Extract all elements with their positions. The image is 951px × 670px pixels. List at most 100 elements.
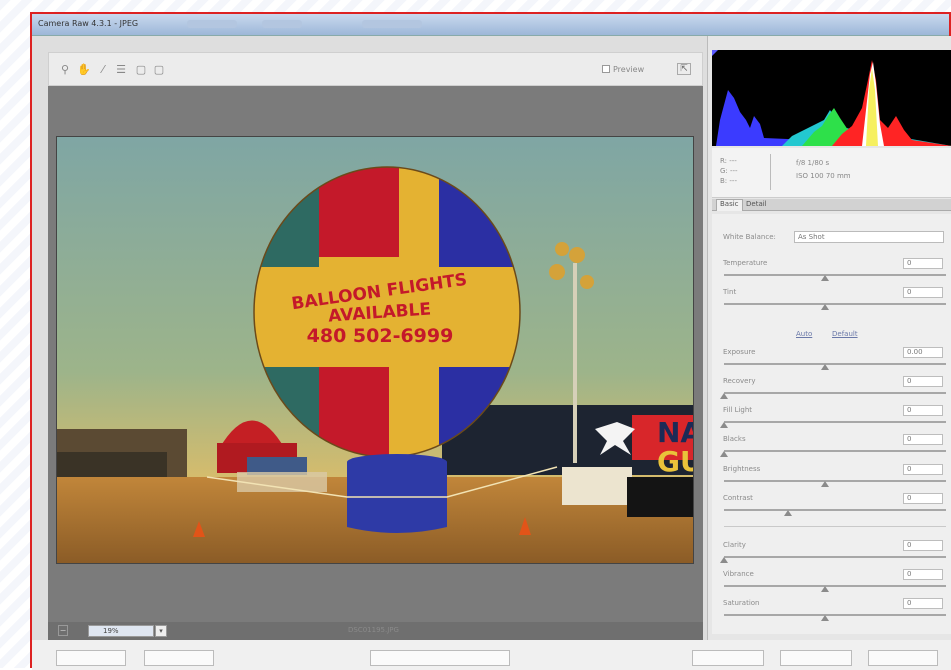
saturation-slider[interactable] (724, 614, 946, 616)
green-readout: G: --- (720, 167, 738, 175)
open-image-button[interactable] (692, 650, 764, 666)
title-bar-decoration (362, 20, 422, 28)
clarity-thumb[interactable] (720, 557, 728, 563)
white-balance-label: White Balance: (723, 233, 776, 241)
fill-light-thumb[interactable] (720, 422, 728, 428)
contrast-slider[interactable] (724, 509, 946, 511)
readout-divider (770, 154, 771, 190)
blacks-input[interactable]: 0 (903, 434, 943, 445)
adjustment-panel: R: --- G: --- B: --- f/8 1/80 s ISO 100 … (707, 36, 951, 640)
contrast-label: Contrast (723, 494, 753, 502)
saturation-thumb[interactable] (821, 615, 829, 621)
save-image-button[interactable] (56, 650, 126, 666)
contrast-input[interactable]: 0 (903, 493, 943, 504)
page-background: Camera Raw 4.3.1 - JPEG ⚲ ✋ ⁄ ☰ ▢ ▢ Prev… (0, 0, 951, 670)
auto-link[interactable]: Auto (796, 330, 812, 338)
temperature-input[interactable]: 0 (903, 258, 943, 269)
exposure-label: Exposure (723, 348, 756, 356)
rgb-readout: R: --- G: --- B: --- (720, 156, 738, 186)
zoom-level-field[interactable]: 19% (88, 625, 154, 637)
tint-slider[interactable] (724, 303, 946, 305)
basic-controls: White Balance: As Shot Temperature 0 Tin… (712, 214, 951, 634)
file-name: DSC01195.JPG (348, 626, 399, 634)
tab-detail[interactable]: Detail (746, 200, 767, 208)
section-divider (724, 526, 946, 527)
white-balance-icon[interactable]: ⁄ (97, 64, 109, 76)
fill-light-slider[interactable] (724, 421, 946, 423)
tint-thumb[interactable] (821, 304, 829, 310)
balloon-photo: NA GU (57, 137, 694, 563)
exposure-thumb[interactable] (821, 364, 829, 370)
fullscreen-button[interactable]: ⇱ (677, 63, 691, 75)
hand-icon[interactable]: ✋ (77, 64, 91, 76)
default-link[interactable]: Default (832, 330, 858, 338)
title-bar-decoration (187, 20, 237, 28)
zoom-dropdown-button[interactable]: ▾ (155, 625, 167, 637)
title-bar-decoration (262, 20, 302, 28)
histogram (712, 50, 951, 146)
temperature-thumb[interactable] (821, 275, 829, 281)
white-balance-select[interactable]: As Shot (794, 231, 944, 243)
image-canvas[interactable]: NA GU (48, 86, 703, 622)
balloon-sign-line3: 480 502-6999 (307, 325, 454, 347)
workflow-options-link[interactable] (370, 650, 510, 666)
done-button[interactable] (868, 650, 938, 666)
panel-tabs: Basic Detail (712, 199, 951, 211)
checkbox-box[interactable] (602, 65, 610, 73)
zoom-icon[interactable]: ⚲ (59, 64, 71, 76)
banner-text-2: GU (657, 445, 694, 478)
exif-info: f/8 1/80 s ISO 100 70 mm (796, 157, 851, 183)
preview-label: Preview (613, 65, 645, 74)
aperture-shutter: f/8 1/80 s (796, 159, 830, 167)
preview-checkbox[interactable]: Preview (602, 65, 644, 74)
iso-focal-length: ISO 100 70 mm (796, 172, 851, 180)
tab-basic[interactable]: Basic (716, 199, 743, 211)
recovery-input[interactable]: 0 (903, 376, 943, 387)
blacks-label: Blacks (723, 435, 746, 443)
recovery-slider[interactable] (724, 392, 946, 394)
saturation-input[interactable]: 0 (903, 598, 943, 609)
contrast-thumb[interactable] (784, 510, 792, 516)
blacks-slider[interactable] (724, 450, 946, 452)
exposure-slider[interactable] (724, 363, 946, 365)
rotate-left-icon[interactable]: ▢ (135, 64, 147, 76)
workflow-options-button[interactable] (144, 650, 214, 666)
tint-label: Tint (723, 288, 737, 296)
vibrance-input[interactable]: 0 (903, 569, 943, 580)
histogram-graph (712, 50, 951, 146)
temperature-slider[interactable] (724, 274, 946, 276)
status-bar: − 19% ▾ DSC01195.JPG (48, 622, 703, 640)
vibrance-label: Vibrance (723, 570, 754, 578)
clarity-input[interactable]: 0 (903, 540, 943, 551)
red-readout: R: --- (720, 157, 737, 165)
clarity-slider[interactable] (724, 556, 946, 558)
recovery-thumb[interactable] (720, 393, 728, 399)
color-sampler-icon[interactable]: ☰ (115, 64, 127, 76)
recovery-label: Recovery (723, 377, 756, 385)
cancel-button[interactable] (780, 650, 852, 666)
brightness-slider[interactable] (724, 480, 946, 482)
title-bar[interactable]: Camera Raw 4.3.1 - JPEG (32, 14, 949, 36)
photo-preview: NA GU (56, 136, 694, 564)
rotate-right-icon[interactable]: ▢ (153, 64, 165, 76)
brightness-input[interactable]: 0 (903, 464, 943, 475)
saturation-label: Saturation (723, 599, 760, 607)
clarity-label: Clarity (723, 541, 746, 549)
fill-light-input[interactable]: 0 (903, 405, 943, 416)
tool-bar: ⚲ ✋ ⁄ ☰ ▢ ▢ Preview ⇱ (48, 52, 703, 86)
vibrance-slider[interactable] (724, 585, 946, 587)
blue-readout: B: --- (720, 177, 737, 185)
fill-light-label: Fill Light (723, 406, 753, 414)
temperature-label: Temperature (723, 259, 768, 267)
exposure-input[interactable]: 0.00 (903, 347, 943, 358)
blacks-thumb[interactable] (720, 451, 728, 457)
readout-panel: R: --- G: --- B: --- f/8 1/80 s ISO 100 … (712, 148, 951, 198)
brightness-thumb[interactable] (821, 481, 829, 487)
vibrance-thumb[interactable] (821, 586, 829, 592)
zoom-out-button[interactable]: − (58, 625, 68, 636)
camera-raw-window: Camera Raw 4.3.1 - JPEG ⚲ ✋ ⁄ ☰ ▢ ▢ Prev… (30, 12, 951, 670)
tint-input[interactable]: 0 (903, 287, 943, 298)
window-title: Camera Raw 4.3.1 - JPEG (38, 19, 139, 28)
brightness-label: Brightness (723, 465, 761, 473)
bottom-button-strip (32, 640, 951, 670)
